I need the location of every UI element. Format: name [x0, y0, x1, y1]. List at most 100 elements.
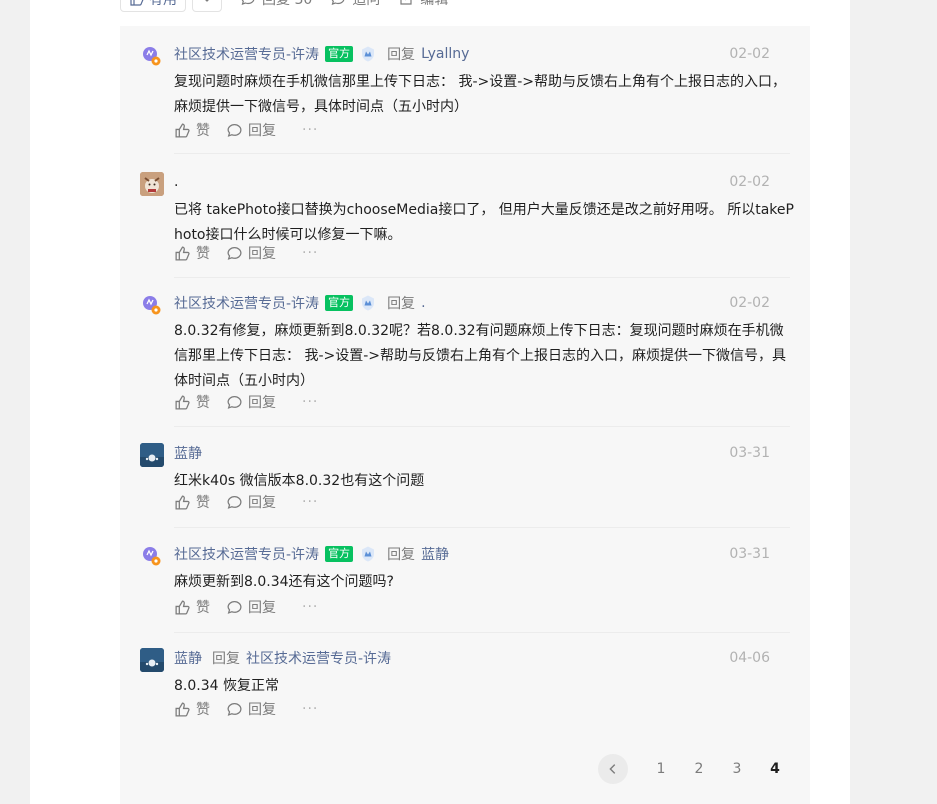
prev-page-button[interactable]	[598, 754, 628, 784]
comment-actions: 赞 回复 ···	[174, 243, 318, 263]
reply-button[interactable]: 回复	[226, 392, 276, 412]
verified-shield-icon	[362, 46, 375, 62]
ask-label: 追问	[352, 0, 381, 8]
comment-header: 社区技术运营专员-许涛 官方 回复 蓝静	[174, 542, 449, 566]
more-options-icon[interactable]: ···	[302, 394, 318, 410]
user-avatar-image	[140, 172, 164, 196]
comment-text: 复现问题时麻烦在手机微信那里上传下日志： 我->设置->帮助与反馈右上角有个上报…	[174, 74, 787, 115]
page-2-button[interactable]: 2	[680, 761, 718, 777]
thumb-up-icon	[175, 122, 190, 138]
like-button[interactable]: 赞	[174, 120, 210, 140]
comment-icon	[227, 246, 242, 260]
reply-button[interactable]: 回复	[226, 492, 276, 512]
top-action-bar: 有用 回复 30 追问 编辑	[120, 0, 448, 12]
comment-author[interactable]: .	[174, 174, 178, 190]
avatar[interactable]	[140, 648, 164, 672]
avatar[interactable]	[140, 172, 164, 196]
comment-actions: 赞 回复 ···	[174, 492, 318, 512]
page-1-button[interactable]: 1	[642, 761, 680, 777]
comment-author[interactable]: 蓝静	[174, 648, 202, 668]
comment-icon	[241, 0, 255, 5]
ask-button[interactable]: 追问	[330, 0, 380, 9]
like-label: 赞	[196, 600, 210, 616]
comment-author[interactable]: 社区技术运营专员-许涛	[174, 44, 319, 64]
reply-to-user[interactable]: Lyallny	[421, 46, 469, 62]
thumb-up-icon	[175, 599, 190, 615]
reply-word: 回复	[212, 651, 240, 667]
like-button[interactable]: 赞	[174, 597, 210, 617]
comment-actions: 赞 回复 ···	[174, 392, 318, 412]
comment-actions: 赞 回复 ···	[174, 699, 318, 719]
official-badge: 官方	[325, 546, 354, 562]
like-button[interactable]: 赞	[174, 492, 210, 512]
page-4-button[interactable]: 4	[756, 761, 794, 777]
divider	[174, 153, 790, 154]
comment-icon	[331, 0, 345, 5]
more-options-icon[interactable]: ···	[302, 494, 318, 510]
avatar[interactable]	[140, 293, 164, 317]
more-options-icon[interactable]: ···	[302, 122, 318, 138]
reply-label: 回复	[248, 123, 276, 139]
reply-label: 回复	[248, 246, 276, 262]
reply-button[interactable]: 回复	[226, 243, 276, 263]
divider	[174, 632, 790, 633]
comment-icon	[227, 702, 242, 716]
divider	[174, 527, 790, 528]
reply-count-label: 回复 30	[262, 0, 313, 8]
official-badge: 官方	[325, 295, 354, 311]
reply-word: 回复	[387, 547, 416, 563]
comment-icon	[227, 600, 242, 614]
comment-header: 蓝静 回复 社区技术运营专员-许涛	[174, 646, 391, 670]
comment-text: 8.0.34 恢复正常	[174, 678, 279, 694]
verified-shield-icon	[362, 546, 375, 562]
avatar[interactable]	[140, 544, 164, 568]
thumb-up-icon	[175, 394, 190, 410]
reply-to-user[interactable]: 社区技术运营专员-许涛	[246, 648, 391, 668]
comment-item: . 02-02 已将 takePhoto接口替换为chooseMedia接口了，…	[140, 170, 794, 278]
useful-dropdown-button[interactable]	[192, 0, 222, 12]
official-avatar-icon	[143, 547, 161, 566]
avatar[interactable]	[140, 443, 164, 467]
reply-to-user[interactable]: .	[421, 295, 425, 311]
comment-actions: 赞 回复 ···	[174, 597, 318, 617]
useful-button[interactable]: 有用	[120, 0, 186, 12]
comment-header: 社区技术运营专员-许涛 官方 回复 .	[174, 291, 426, 315]
comment-text: 已将 takePhoto接口替换为chooseMedia接口了， 但用户大量反馈…	[174, 202, 794, 243]
reply-button[interactable]: 回复	[226, 699, 276, 719]
comment-author[interactable]: 社区技术运营专员-许涛	[174, 544, 319, 564]
comment-icon	[227, 395, 242, 409]
chevron-down-icon	[205, 0, 209, 2]
comment-text: 8.0.32有修复，麻烦更新到8.0.32呢？若8.0.32有问题麻烦上传下日志…	[174, 323, 787, 389]
comment-icon	[227, 495, 242, 509]
more-options-icon[interactable]: ···	[302, 599, 318, 615]
like-button[interactable]: 赞	[174, 699, 210, 719]
comment-item: 蓝静 03-31 红米k40s 微信版本8.0.32也有这个问题 赞 回复 ··…	[140, 441, 790, 528]
reply-to-user[interactable]: 蓝静	[421, 544, 449, 564]
like-button[interactable]: 赞	[174, 392, 210, 412]
like-button[interactable]: 赞	[174, 243, 210, 263]
official-avatar-icon	[143, 296, 161, 315]
like-label: 赞	[196, 123, 210, 139]
verified-shield-icon	[362, 295, 375, 311]
comment-date: 02-02	[729, 295, 770, 311]
avatar[interactable]	[140, 44, 164, 68]
reply-button[interactable]: 回复	[226, 120, 276, 140]
divider	[174, 277, 790, 278]
more-options-icon[interactable]: ···	[302, 245, 318, 261]
thumb-up-icon	[175, 701, 190, 717]
comment-date: 02-02	[729, 46, 770, 62]
comment-icon	[227, 123, 242, 137]
reply-button[interactable]: 回复	[226, 597, 276, 617]
edit-button[interactable]: 编辑	[398, 0, 448, 9]
reply-panel: 社区技术运营专员-许涛 官方 回复 Lyallny 02-02 复现问题时麻烦在…	[120, 26, 810, 804]
reply-count-button[interactable]: 回复 30	[240, 0, 312, 9]
reply-word: 回复	[387, 47, 416, 63]
page-3-button[interactable]: 3	[718, 761, 756, 777]
comment-item: 社区技术运营专员-许涛 官方 回复 蓝静 03-31 麻烦更新到8.0.34还有…	[140, 542, 790, 633]
chevron-left-icon	[609, 764, 616, 774]
comment-header: .	[174, 170, 178, 194]
comment-author[interactable]: 蓝静	[174, 443, 202, 463]
comment-author[interactable]: 社区技术运营专员-许涛	[174, 293, 319, 313]
more-options-icon[interactable]: ···	[302, 701, 318, 717]
reply-label: 回复	[248, 395, 276, 411]
